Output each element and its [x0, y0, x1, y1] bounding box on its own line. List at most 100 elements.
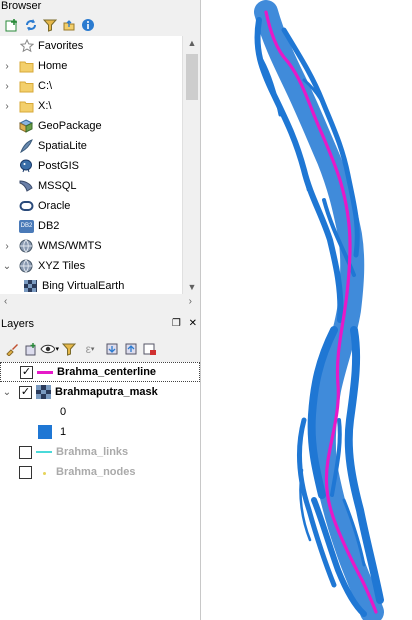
- scroll-thumb[interactable]: [186, 54, 198, 100]
- browser-horizontal-scrollbar[interactable]: ‹ ›: [0, 294, 200, 310]
- add-group-icon: [25, 343, 35, 356]
- style-panel-button[interactable]: [2, 340, 21, 358]
- float-panel-icon[interactable]: ❐: [172, 318, 181, 329]
- add-group-button[interactable]: [21, 340, 40, 358]
- layer-visibility-checkbox[interactable]: [19, 445, 32, 459]
- tree-item-postgis[interactable]: PostGIS: [0, 156, 182, 176]
- tree-item-favorites[interactable]: Favorites: [0, 36, 182, 56]
- tree-item-label: Home: [38, 60, 68, 72]
- chevron-down-icon[interactable]: ⌄: [0, 387, 14, 398]
- layer-visibility-checkbox[interactable]: ✓: [20, 365, 33, 379]
- filter-button[interactable]: [40, 16, 59, 34]
- filter-legend-button[interactable]: [59, 340, 78, 358]
- tree-item-label: WMS/WMTS: [38, 240, 102, 252]
- legend-class-label: 1: [60, 426, 67, 438]
- layer-row-brahma-centerline[interactable]: ✓ Brahma_centerline: [0, 362, 200, 382]
- tree-item-label: MSSQL: [38, 180, 77, 192]
- tree-item-oracle[interactable]: Oracle: [0, 196, 182, 216]
- chevron-down-icon[interactable]: ⌄: [0, 261, 14, 272]
- filter-icon: [61, 343, 76, 356]
- collapse-all-icon: [63, 20, 74, 31]
- tile-layer-icon: [22, 278, 39, 294]
- chevron-right-icon[interactable]: ›: [0, 241, 14, 252]
- legend-class-row: 0: [0, 402, 200, 422]
- tree-item-label: SpatiaLite: [38, 140, 87, 152]
- layers-panel-title: Layers ❐ ✕: [0, 318, 200, 332]
- chevron-right-icon[interactable]: ›: [0, 81, 14, 92]
- collapse-all-button[interactable]: [59, 16, 78, 34]
- tree-item-xyz-tiles[interactable]: ⌄ XYZ Tiles: [0, 256, 182, 276]
- layer-visibility-checkbox[interactable]: ✓: [19, 385, 32, 399]
- tree-item-label: XYZ Tiles: [38, 260, 86, 272]
- river-map: [254, 0, 384, 620]
- line-symbol-icon: [36, 451, 52, 453]
- scroll-down-icon[interactable]: ▼: [183, 282, 201, 292]
- star-icon: [18, 38, 35, 54]
- tree-item-geopackage[interactable]: GeoPackage: [0, 116, 182, 136]
- tree-item-home[interactable]: › Home: [0, 56, 182, 76]
- layers-tree: ✓ Brahma_centerline ⌄ ✓ Brahmaputra_mask…: [0, 362, 200, 620]
- expand-all-button[interactable]: [102, 340, 121, 358]
- tree-item-mssql[interactable]: MSSQL: [0, 176, 182, 196]
- scroll-right-icon[interactable]: ›: [189, 296, 192, 307]
- layer-visibility-checkbox[interactable]: [19, 465, 32, 479]
- browser-panel-title: Browser: [0, 0, 200, 14]
- tree-item-wms-wmts[interactable]: › WMS/WMTS: [0, 236, 182, 256]
- tree-item-label: C:\: [38, 80, 53, 92]
- tree-item-db2[interactable]: DB2 DB2: [0, 216, 182, 236]
- layer-name: Brahma_nodes: [56, 466, 136, 478]
- legend-swatch-1: [38, 425, 52, 439]
- eye-icon: [40, 344, 56, 354]
- browser-title: Browser: [1, 0, 42, 12]
- layer-row-brahmaputra-mask[interactable]: ⌄ ✓ Brahmaputra_mask: [0, 382, 200, 402]
- layer-name: Brahmaputra_mask: [55, 386, 158, 398]
- tree-item-label: Oracle: [38, 200, 71, 212]
- geopackage-icon: [18, 118, 35, 134]
- tree-item-c-drive[interactable]: › C:\: [0, 76, 182, 96]
- chevron-right-icon[interactable]: ›: [0, 61, 14, 72]
- db2-icon: DB2: [18, 218, 35, 234]
- tree-item-label: PostGIS: [38, 160, 79, 172]
- tree-item-label: DB2: [38, 220, 60, 232]
- spatialite-icon: [18, 138, 35, 154]
- legend-class-label: 0: [60, 406, 67, 418]
- add-layer-button[interactable]: [2, 16, 21, 34]
- tree-item-label: X:\: [38, 100, 52, 112]
- refresh-icon: [25, 19, 36, 31]
- line-symbol-icon: [37, 370, 53, 374]
- paintbrush-icon: [5, 344, 18, 356]
- expression-filter-button[interactable]: ε ▾: [78, 340, 102, 358]
- legend-class-row: 1: [0, 422, 200, 442]
- globe-icon: [18, 258, 35, 274]
- refresh-button[interactable]: [21, 16, 40, 34]
- layer-row-brahma-nodes[interactable]: Brahma_nodes: [0, 462, 200, 482]
- point-symbol-icon: [36, 466, 52, 478]
- tree-item-label: Bing VirtualEarth: [42, 280, 125, 292]
- remove-layer-button[interactable]: [140, 340, 159, 358]
- layers-toolbar: ▾ ε ▾: [0, 338, 200, 360]
- layer-name: Brahma_centerline: [57, 366, 157, 378]
- filter-icon: [42, 19, 57, 32]
- db2-badge: DB2: [19, 219, 34, 233]
- scroll-left-icon[interactable]: ‹: [4, 296, 7, 307]
- tree-item-spatialite[interactable]: SpatiaLite: [0, 136, 182, 156]
- chevron-right-icon[interactable]: ›: [0, 101, 14, 112]
- folder-icon: [18, 78, 35, 94]
- browser-toolbar: [0, 14, 200, 36]
- layer-name: Brahma_links: [56, 446, 129, 458]
- tree-item-bing-virtualearth[interactable]: Bing VirtualEarth: [0, 276, 182, 294]
- collapse-all-icon: [125, 343, 136, 355]
- scroll-up-icon[interactable]: ▲: [183, 38, 201, 48]
- tree-item-x-drive[interactable]: › X:\: [0, 96, 182, 116]
- close-panel-icon[interactable]: ✕: [189, 318, 197, 329]
- browser-vertical-scrollbar[interactable]: ▲ ▼: [182, 36, 200, 294]
- left-dock: Browser Favorites › Home › C:\ › X:\ Geo…: [0, 0, 201, 620]
- collapse-all-layers-button[interactable]: [121, 340, 140, 358]
- layers-title: Layers: [1, 318, 35, 330]
- oracle-icon: [18, 198, 35, 214]
- layer-row-brahma-links[interactable]: Brahma_links: [0, 442, 200, 462]
- info-icon: [81, 19, 94, 31]
- info-button[interactable]: [78, 16, 97, 34]
- visibility-button[interactable]: ▾: [40, 340, 59, 358]
- map-canvas[interactable]: [204, 0, 412, 620]
